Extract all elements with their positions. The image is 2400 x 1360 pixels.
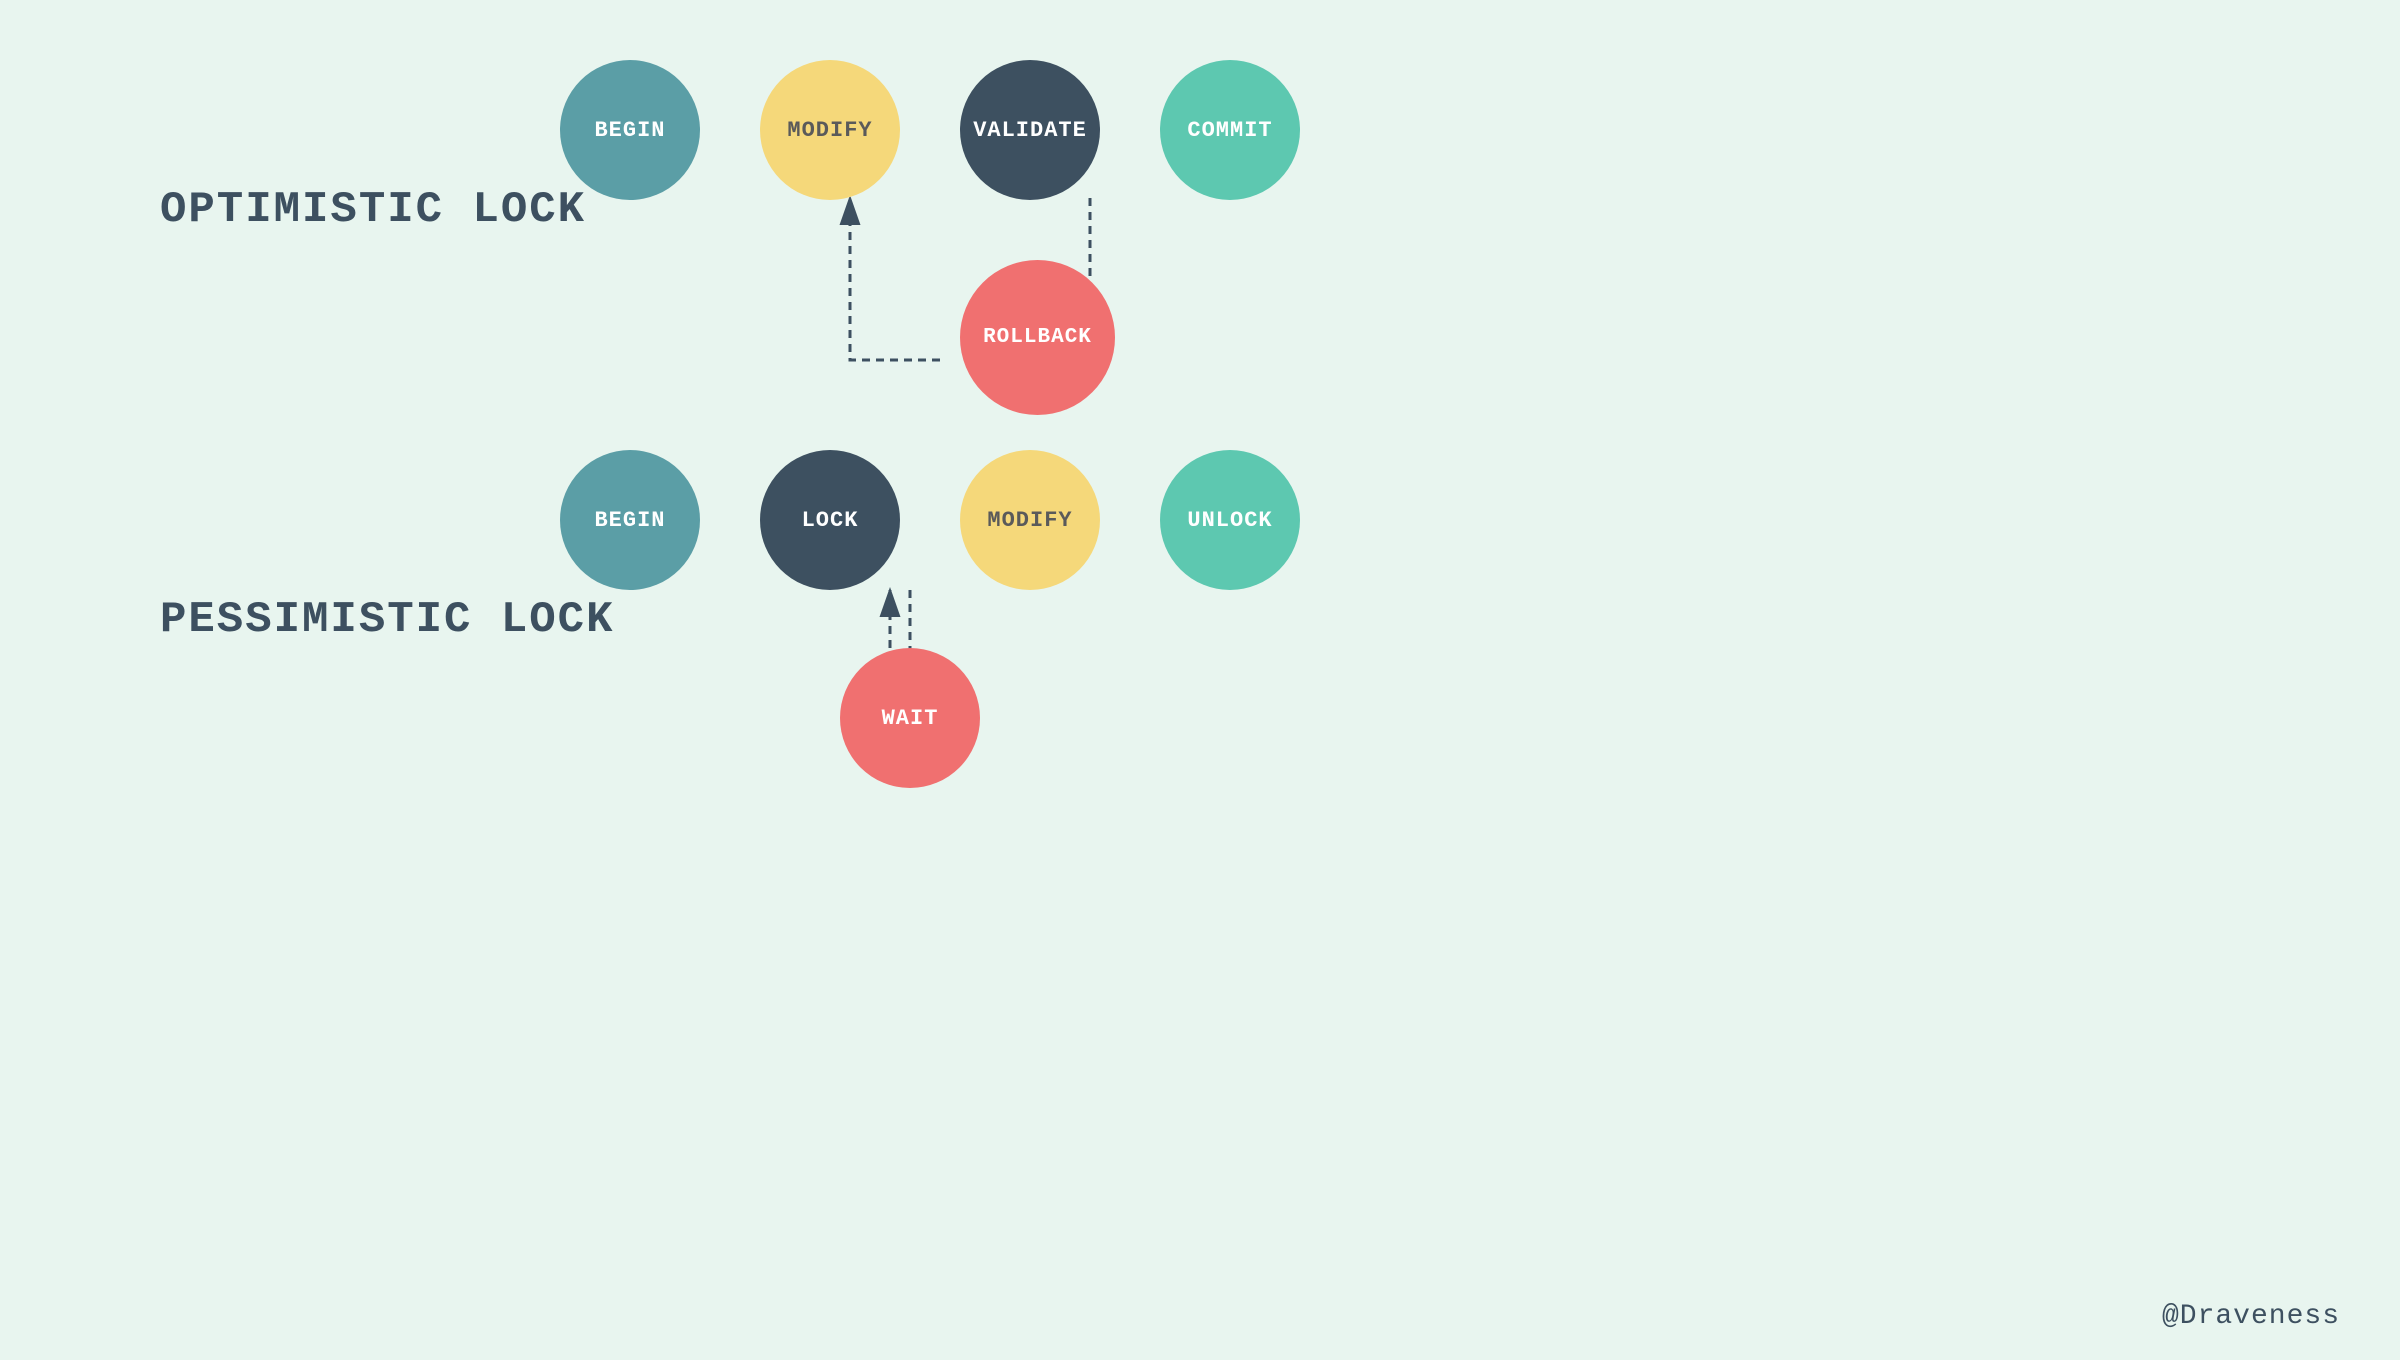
pes-lock-node: LOCK (760, 450, 900, 590)
opt-commit-node: COMMIT (1160, 60, 1300, 200)
pes-modify-node: MODIFY (960, 450, 1100, 590)
pes-wait-node: WAIT (840, 648, 980, 788)
opt-validate-node: VALIDATE (960, 60, 1100, 200)
opt-modify-node: MODIFY (760, 60, 900, 200)
optimistic-lock-label: OPTIMISTIC LOCK (160, 185, 586, 235)
opt-begin-node: BEGIN (560, 60, 700, 200)
pes-unlock-node: UNLOCK (1160, 450, 1300, 590)
watermark: @Draveness (2162, 1301, 2340, 1332)
pes-begin-node: BEGIN (560, 450, 700, 590)
opt-rollback-node: ROLLBACK (960, 260, 1115, 415)
pessimistic-lock-label: PESSIMISTIC LOCK (160, 595, 614, 645)
